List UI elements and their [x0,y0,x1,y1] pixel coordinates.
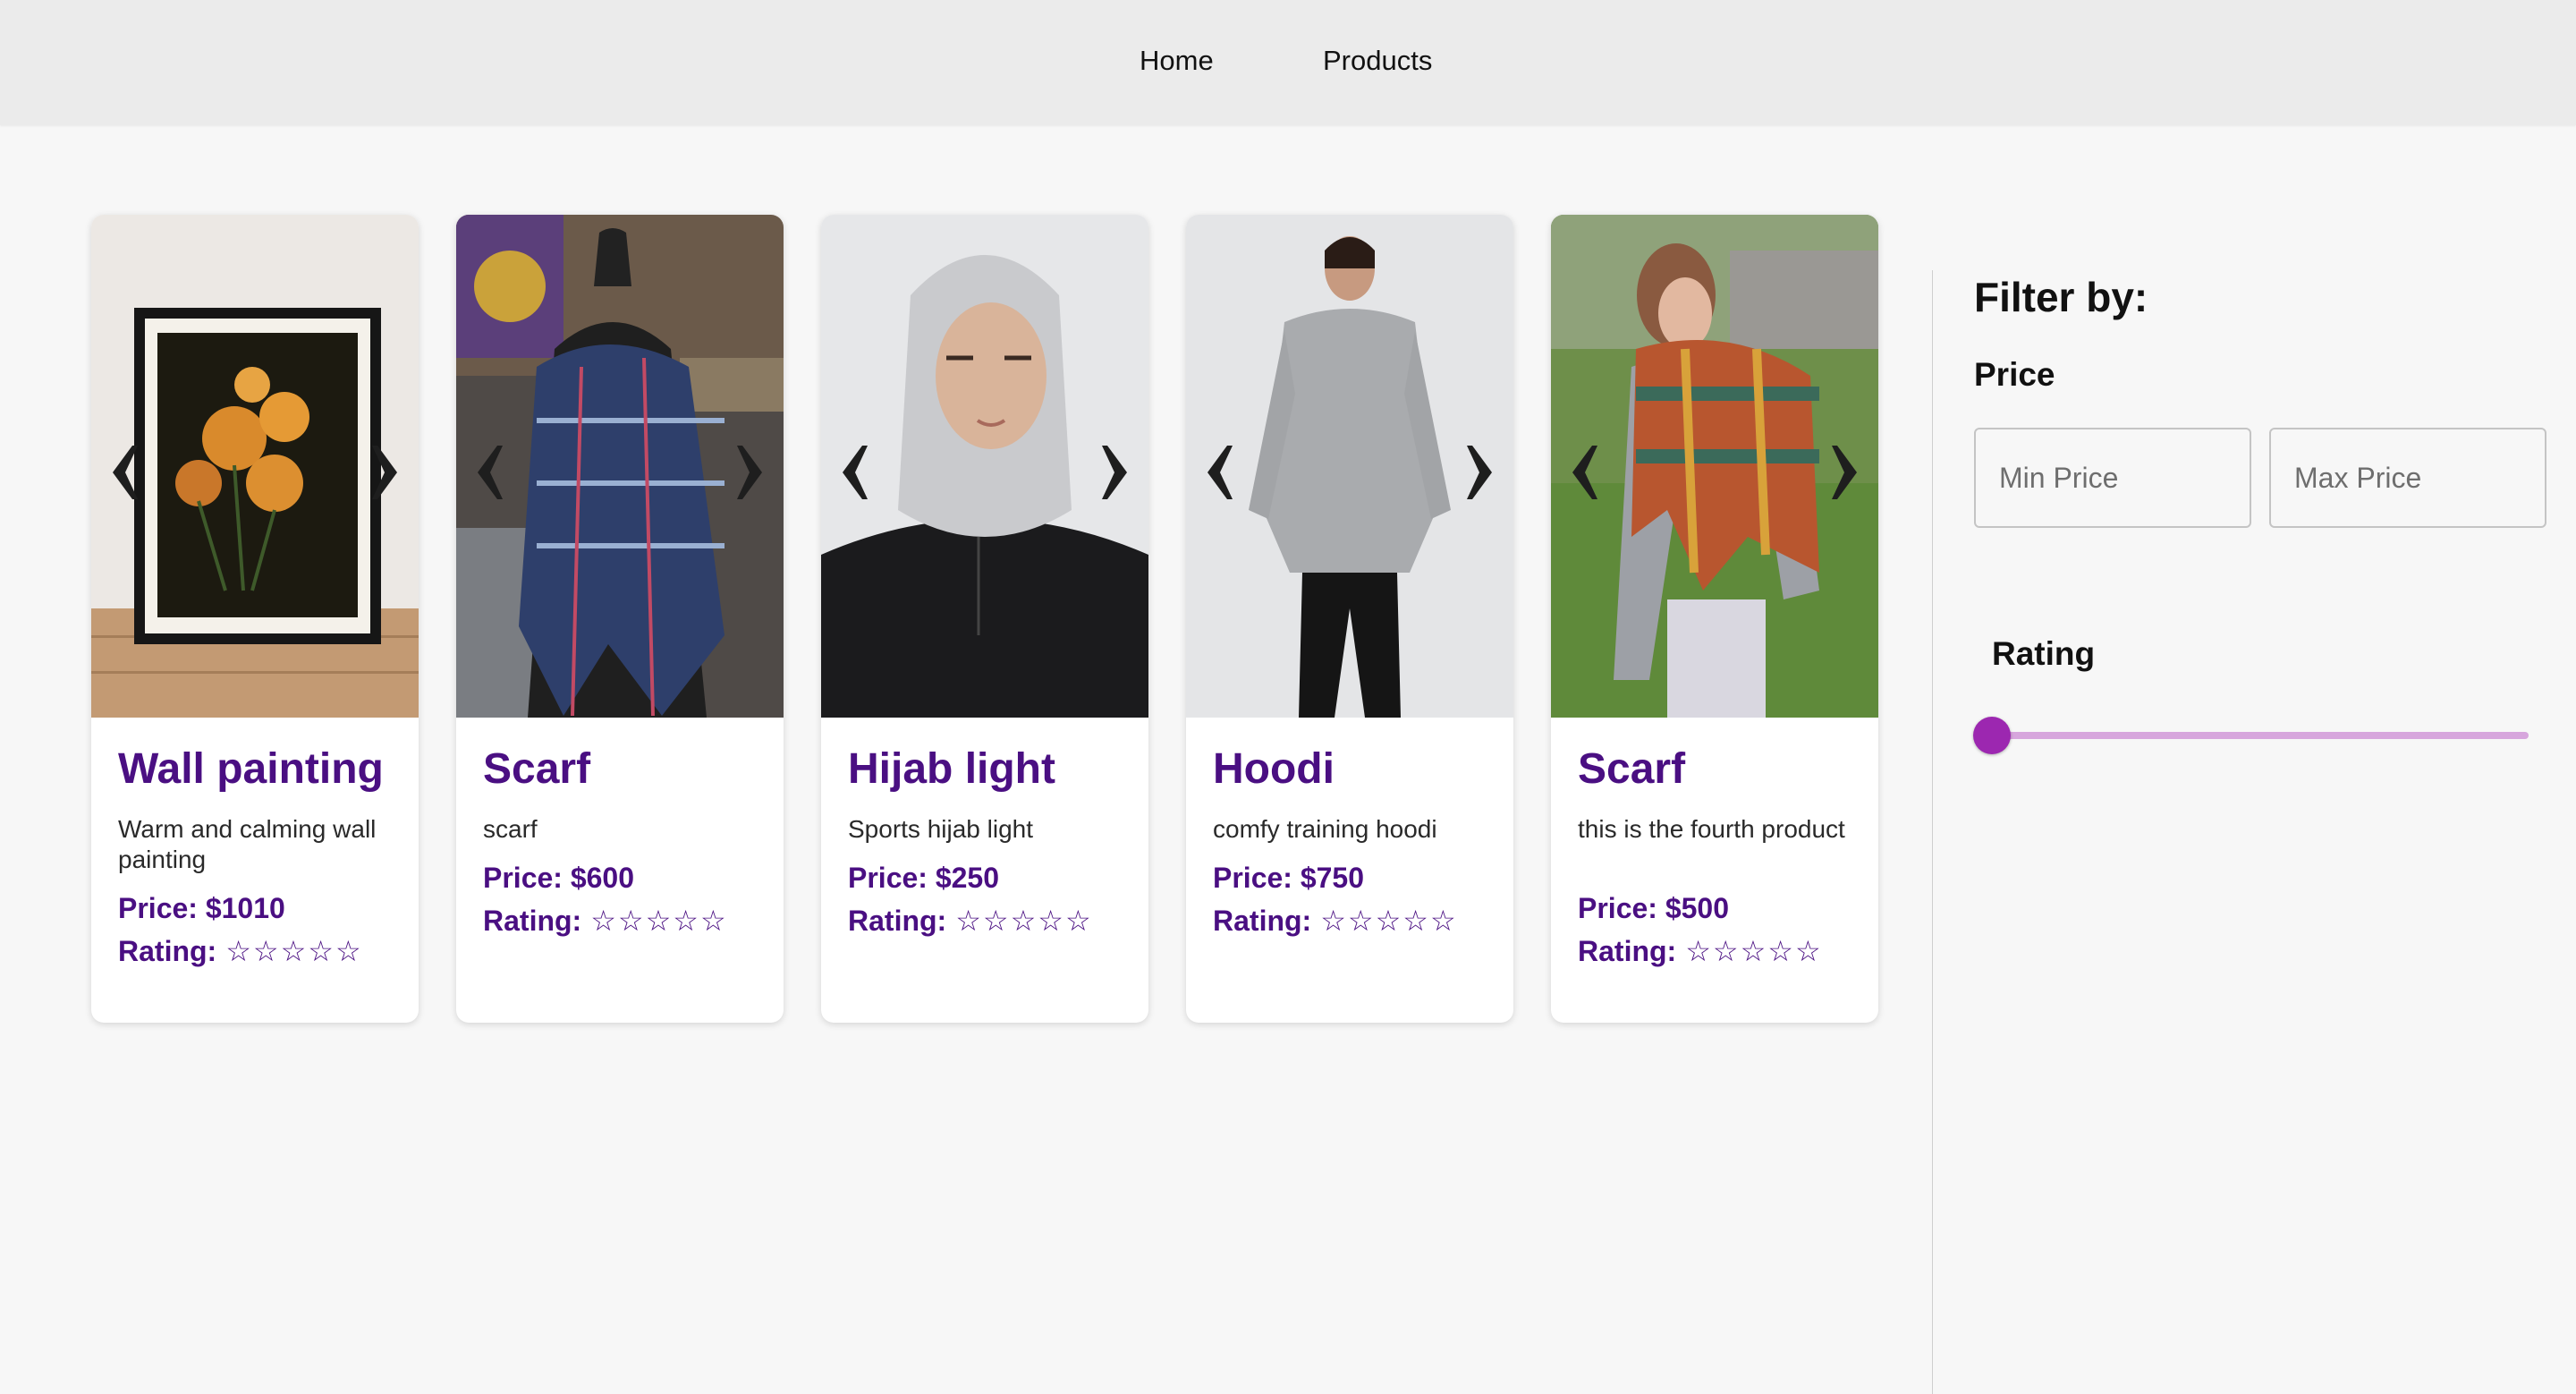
product-rating: Rating: ☆☆☆☆☆ [1213,904,1458,938]
sidebar-divider [1932,270,1933,1394]
nav-link-products[interactable]: Products [1323,45,1432,77]
product-card-hoodi[interactable]: Hoodi comfy training hoodi Price: $750 R… [1186,215,1513,1023]
chevron-right-icon[interactable] [1830,444,1860,501]
product-price: Price: $750 [1213,862,1365,894]
rating-slider-thumb[interactable] [1973,717,2011,754]
chevron-left-icon[interactable] [1569,444,1599,501]
rating-label: Rating: [118,935,217,967]
chevron-left-icon[interactable] [1204,444,1234,501]
product-title: Hijab light [848,745,1055,793]
star-rating-icon: ☆☆☆☆☆ [1685,934,1823,968]
product-description: comfy training hoodi [1213,815,1437,843]
rating-label: Rating: [1578,935,1677,967]
product-title: Hoodi [1213,745,1335,793]
star-rating-icon: ☆☆☆☆☆ [590,904,728,938]
product-title: Scarf [1578,745,1686,793]
product-price: Price: $600 [483,862,635,894]
chevron-right-icon[interactable] [735,444,766,501]
rating-slider-track[interactable] [1992,732,2529,739]
chevron-left-icon[interactable] [839,444,869,501]
chevron-right-icon[interactable] [1100,444,1131,501]
rating-label: Rating: [848,905,947,937]
filter-heading: Filter by: [1974,274,2148,320]
nav-link-home[interactable]: Home [1140,45,1214,77]
max-price-input[interactable] [2269,428,2546,528]
product-description: this is the fourth product [1578,815,1845,843]
product-rating: Rating: ☆☆☆☆☆ [1578,934,1823,968]
price-filter-heading: Price [1974,356,2055,393]
star-rating-icon: ☆☆☆☆☆ [225,934,363,968]
product-price: Price: $1010 [118,892,285,924]
chevron-right-icon[interactable] [1465,444,1496,501]
chevron-left-icon[interactable] [474,444,504,501]
product-card-hijab-light[interactable]: Hijab light Sports hijab light Price: $2… [821,215,1148,1023]
product-card-wall-painting[interactable]: Wall painting Warm and calming wall pain… [91,215,419,1023]
product-rating: Rating: ☆☆☆☆☆ [848,904,1093,938]
product-title: Wall painting [118,745,384,793]
product-description: Sports hijab light [848,815,1034,843]
product-card-scarf[interactable]: Scarf scarf Price: $600 Rating: ☆☆☆☆☆ [456,215,784,1023]
product-price: Price: $250 [848,862,1000,894]
chevron-right-icon[interactable] [370,444,401,501]
rating-label: Rating: [483,905,582,937]
product-description: Warm and calming wall painting [118,815,377,873]
product-rating: Rating: ☆☆☆☆☆ [118,934,363,968]
product-description: scarf [483,815,538,843]
product-rating: Rating: ☆☆☆☆☆ [483,904,728,938]
rating-label: Rating: [1213,905,1312,937]
product-title: Scarf [483,745,591,793]
chevron-left-icon[interactable] [109,444,140,501]
min-price-input[interactable] [1974,428,2251,528]
top-navigation-bar: Home Products [0,0,2576,125]
star-rating-icon: ☆☆☆☆☆ [955,904,1093,938]
rating-filter-heading: Rating [1992,635,2096,672]
star-rating-icon: ☆☆☆☆☆ [1320,904,1458,938]
product-card-scarf-2[interactable]: Scarf this is the fourth product Price: … [1551,215,1878,1023]
product-price: Price: $500 [1578,892,1730,924]
